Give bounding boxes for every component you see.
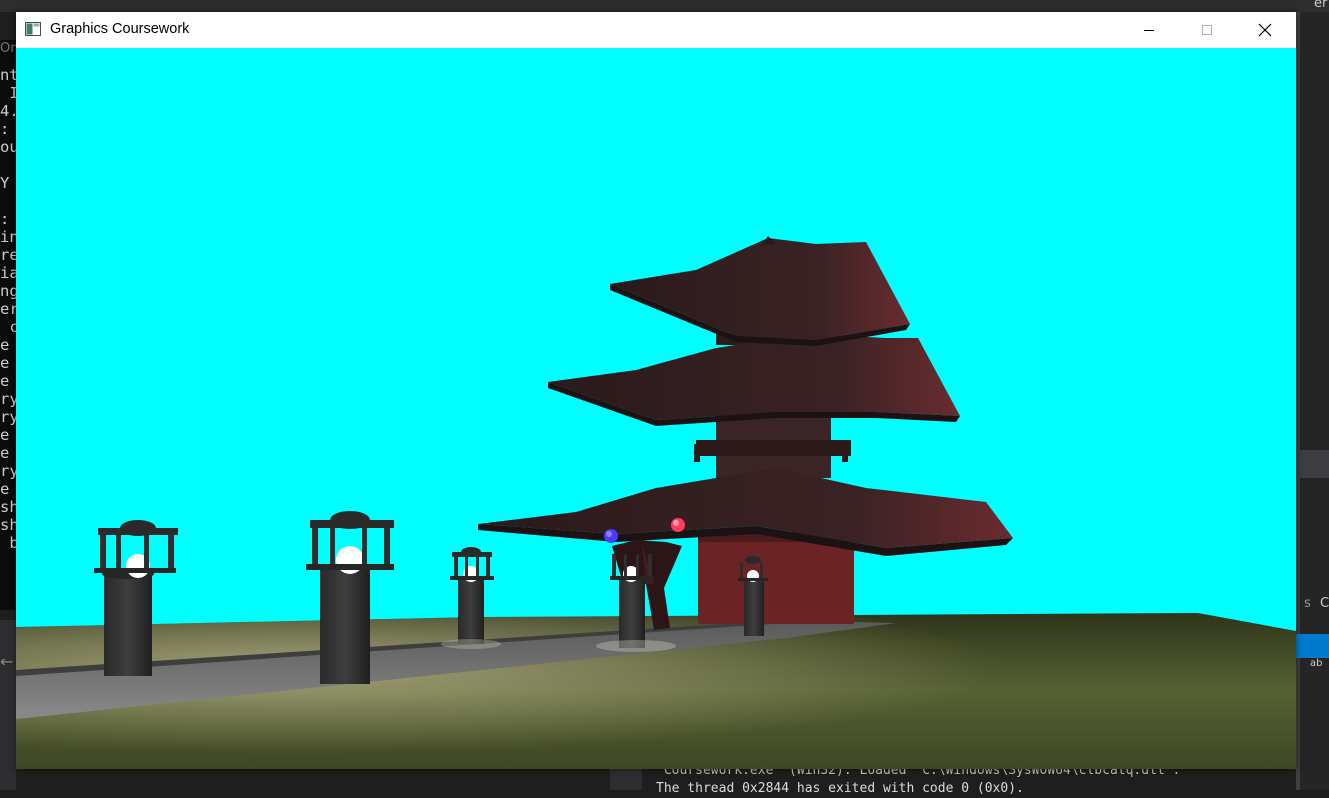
back-arrow-icon[interactable]: ← (0, 652, 13, 671)
ide-top-right-text: er (1314, 0, 1328, 11)
window-title: Graphics Coursework (50, 21, 190, 37)
ide-left-panel: ← (0, 620, 16, 790)
ide-right-panel: s C ab (1296, 12, 1329, 790)
title-bar[interactable]: Graphics Coursework (16, 12, 1296, 48)
ide-selected-row[interactable] (1296, 450, 1329, 478)
scene-canvas (16, 236, 1296, 769)
minimize-button[interactable] (1120, 12, 1178, 48)
ide-panel-text-2: C (1320, 596, 1329, 611)
minimize-icon (1144, 30, 1154, 31)
app-window: Graphics Coursework (16, 12, 1296, 769)
ide-top-strip: er (0, 0, 1329, 12)
render-viewport[interactable] (16, 48, 1296, 769)
maximize-button[interactable] (1178, 12, 1236, 48)
maximize-icon (1202, 25, 1212, 35)
close-icon (1258, 23, 1272, 37)
app-window-icon (25, 22, 41, 36)
pagoda (478, 236, 1013, 624)
output-pane: 'Coursework.exe' (Win32): Loaded 'C:\Win… (610, 763, 1296, 796)
output-line: The thread 0x2844 has exited with code 0… (656, 781, 1024, 796)
word-wrap-icon[interactable]: ab (1310, 658, 1322, 669)
ide-panel-text-1: s (1304, 596, 1311, 611)
pagoda-roof-upper (610, 238, 910, 340)
ide-active-bar (1296, 634, 1329, 658)
close-button[interactable] (1236, 12, 1294, 48)
